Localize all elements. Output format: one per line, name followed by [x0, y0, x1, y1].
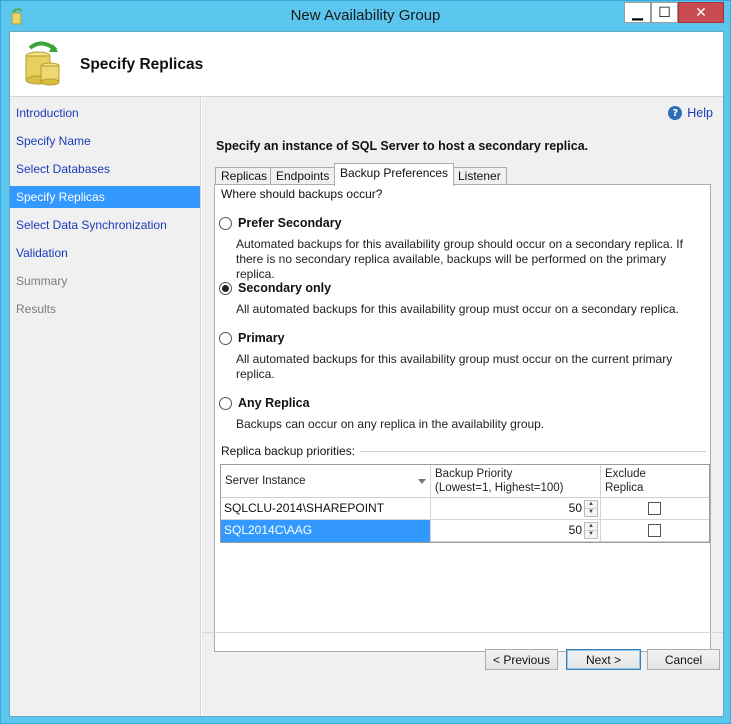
replica-priority-grid: Server Instance Backup Priority (Lowest=…: [220, 464, 710, 543]
option-description: All automated backups for this availabil…: [236, 302, 679, 316]
instruction-text: Specify an instance of SQL Server to hos…: [216, 139, 589, 153]
database-replica-icon: [25, 41, 60, 86]
server-instance-cell[interactable]: SQL2014C\AAG: [221, 520, 431, 542]
priority-stepper[interactable]: ▲ ▼: [584, 522, 598, 539]
window-title: New Availability Group: [290, 7, 441, 24]
title-bar[interactable]: New Availability Group ▁ ☐ ✕: [1, 1, 730, 31]
wizard-nav: Introduction Specify Name Select Databas…: [10, 97, 201, 716]
option-label: Primary: [238, 331, 285, 345]
nav-item-specify-name[interactable]: Specify Name: [10, 130, 200, 152]
column-header-server-instance[interactable]: Server Instance: [221, 465, 431, 498]
stepper-up-icon[interactable]: ▲: [585, 523, 597, 531]
nav-item-select-data-sync[interactable]: Select Data Synchronization: [10, 214, 200, 236]
tab-endpoints[interactable]: Endpoints: [270, 167, 336, 185]
button-divider: [202, 632, 723, 633]
help-link[interactable]: ? Help: [668, 106, 713, 120]
header-label: Replica: [605, 482, 644, 494]
header-label: Backup Priority: [435, 468, 513, 480]
sort-arrow-icon: [418, 479, 426, 484]
option-label: Secondary only: [238, 281, 332, 295]
option-secondary-only[interactable]: Secondary only: [219, 281, 331, 295]
nav-item-select-databases[interactable]: Select Databases: [10, 158, 200, 180]
close-button[interactable]: ✕: [678, 2, 724, 23]
maximize-icon: ☐: [658, 4, 671, 21]
priority-value[interactable]: 50: [569, 501, 582, 515]
exclude-cell: [601, 498, 709, 520]
group-divider: [360, 451, 706, 452]
exclude-cell: [601, 520, 709, 542]
wizard-client: Specify Replicas Introduction Specify Na…: [9, 31, 724, 717]
option-description: Automated backups for this availability …: [236, 237, 683, 281]
exclude-replica-checkbox[interactable]: [648, 524, 661, 537]
header-label: (Lowest=1, Highest=100): [435, 482, 564, 494]
previous-button[interactable]: < Previous: [485, 649, 558, 670]
radio-secondary-only[interactable]: [219, 281, 232, 295]
radio-primary[interactable]: [219, 331, 232, 345]
header-label: Exclude: [605, 468, 646, 480]
maximize-button[interactable]: ☐: [651, 2, 678, 23]
stepper-up-icon[interactable]: ▲: [585, 501, 597, 509]
minimize-button[interactable]: ▁: [624, 2, 651, 23]
help-label: Help: [687, 106, 713, 120]
main-panel: ? Help Specify an instance of SQL Server…: [202, 97, 723, 716]
nav-item-summary: Summary: [16, 274, 68, 288]
column-header-exclude-replica[interactable]: Exclude Replica: [601, 465, 709, 498]
radio-any-replica[interactable]: [219, 396, 232, 410]
wizard-header: Specify Replicas: [10, 32, 723, 97]
priority-cell[interactable]: 50 ▲ ▼: [431, 520, 601, 542]
table-row[interactable]: SQLCLU-2014\SHAREPOINT 50 ▲ ▼: [221, 498, 709, 520]
next-button[interactable]: Next >: [566, 649, 641, 670]
tab-backup-preferences[interactable]: Backup Preferences: [334, 163, 455, 186]
page-title: Specify Replicas: [80, 56, 204, 73]
tab-replicas[interactable]: Replicas: [215, 167, 274, 185]
help-icon: ?: [668, 106, 683, 120]
nav-item-validation[interactable]: Validation: [10, 242, 200, 264]
column-header-backup-priority[interactable]: Backup Priority (Lowest=1, Highest=100): [431, 465, 601, 498]
option-primary[interactable]: Primary: [219, 331, 285, 345]
nav-item-introduction[interactable]: Introduction: [10, 102, 200, 124]
option-description: Backups can occur on any replica in the …: [236, 417, 545, 431]
priorities-label: Replica backup priorities:: [221, 444, 360, 458]
table-row[interactable]: SQL2014C\AAG 50 ▲ ▼: [221, 520, 709, 542]
minimize-icon: ▁: [632, 4, 643, 21]
cancel-button[interactable]: Cancel: [647, 649, 720, 670]
option-label: Prefer Secondary: [238, 216, 342, 230]
backup-preferences-panel: Where should backups occur? Prefer Secon…: [214, 184, 711, 652]
priority-value[interactable]: 50: [569, 523, 582, 537]
stepper-down-icon[interactable]: ▼: [585, 509, 597, 516]
option-any-replica[interactable]: Any Replica: [219, 396, 310, 410]
option-label: Any Replica: [238, 396, 310, 410]
radio-prefer-secondary[interactable]: [219, 216, 232, 230]
backup-location-question: Where should backups occur?: [221, 187, 383, 201]
nav-item-results: Results: [16, 302, 57, 316]
option-description: All automated backups for this availabil…: [236, 352, 673, 381]
option-prefer-secondary[interactable]: Prefer Secondary: [219, 216, 342, 230]
close-icon: ✕: [695, 4, 707, 21]
server-instance-cell[interactable]: SQLCLU-2014\SHAREPOINT: [221, 498, 431, 520]
priority-stepper[interactable]: ▲ ▼: [584, 500, 598, 517]
nav-item-specify-replicas[interactable]: Specify Replicas: [10, 186, 200, 208]
exclude-replica-checkbox[interactable]: [648, 502, 661, 515]
stepper-down-icon[interactable]: ▼: [585, 531, 597, 538]
priority-cell[interactable]: 50 ▲ ▼: [431, 498, 601, 520]
wizard-window: New Availability Group ▁ ☐ ✕ Specify Rep…: [0, 0, 731, 724]
header-label: Server Instance: [225, 475, 306, 487]
tab-listener[interactable]: Listener: [452, 167, 507, 185]
grid-header: Server Instance Backup Priority (Lowest=…: [221, 465, 709, 498]
